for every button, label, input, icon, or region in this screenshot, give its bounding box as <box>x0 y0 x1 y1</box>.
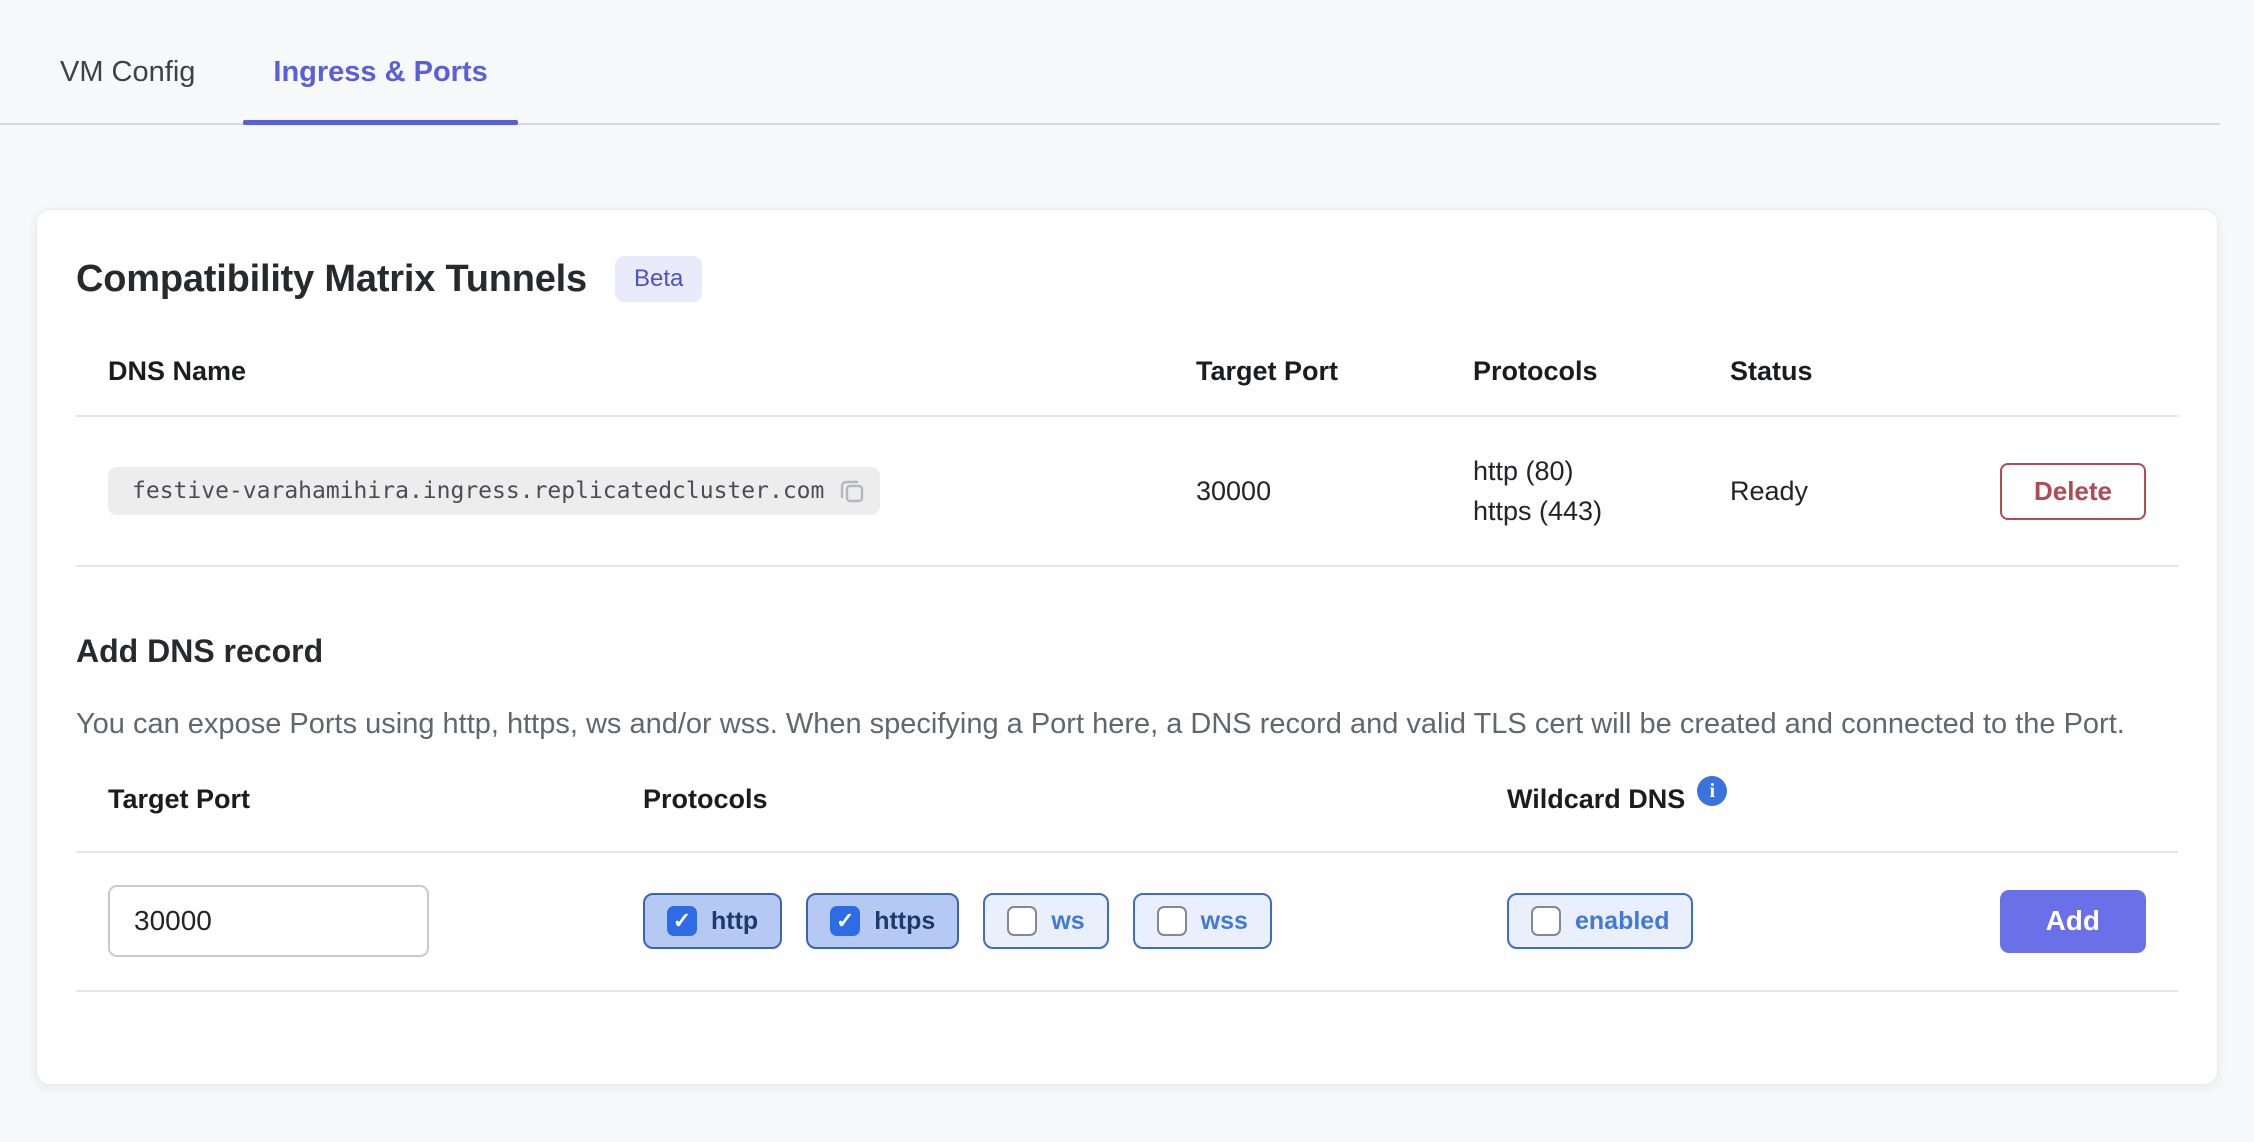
protocol-checkbox-ws-label: ws <box>1051 907 1084 936</box>
page-title: Compatibility Matrix Tunnels <box>76 258 587 301</box>
info-icon[interactable]: i <box>1697 776 1727 806</box>
protocols-cell: http (80) https (443) <box>1473 455 1730 527</box>
protocol-checkbox-wss[interactable]: wss <box>1133 893 1272 949</box>
row-actions-cell: Delete <box>2000 463 2146 520</box>
target-port-cell: 30000 <box>1196 476 1473 507</box>
column-header-dns-name: DNS Name <box>108 356 1196 387</box>
protocol-checkbox-https[interactable]: https <box>806 893 959 949</box>
card-title-row: Compatibility Matrix Tunnels Beta <box>76 256 2178 302</box>
protocol-checkbox-http[interactable]: http <box>643 893 782 949</box>
add-button[interactable]: Add <box>2000 890 2146 953</box>
dns-name-cell: festive-varahamihira.ingress.replicatedc… <box>108 467 1196 515</box>
wildcard-enabled-checkbox[interactable]: enabled <box>1507 893 1693 949</box>
column-header-target-port: Target Port <box>1196 356 1473 387</box>
table-row-divider <box>76 565 2178 567</box>
tunnels-card: Compatibility Matrix Tunnels Beta DNS Na… <box>36 209 2218 1085</box>
checkbox-icon <box>830 906 860 936</box>
tab-bar: VM Config Ingress & Ports <box>0 0 2220 125</box>
column-header-protocols: Protocols <box>1473 356 1730 387</box>
form-controls-row: http https ws wss enabled <box>76 853 2178 957</box>
beta-badge: Beta <box>615 256 702 302</box>
add-dns-record-section: Add DNS record You can expose Ports usin… <box>76 633 2178 992</box>
status-cell: Ready <box>1730 476 1986 507</box>
table-header-row: DNS Name Target Port Protocols Status <box>76 330 2178 415</box>
tab-ingress-ports[interactable]: Ingress & Ports <box>243 56 517 123</box>
table-row: festive-varahamihira.ingress.replicatedc… <box>76 417 2178 565</box>
wildcard-dns-label-text: Wildcard DNS <box>1507 784 1685 815</box>
tunnels-table: DNS Name Target Port Protocols Status fe… <box>76 330 2178 567</box>
target-port-input[interactable] <box>108 885 429 957</box>
protocol-checkbox-wss-label: wss <box>1201 907 1248 936</box>
checkbox-icon <box>1157 906 1187 936</box>
card-bottom-divider <box>76 990 2178 992</box>
tab-vm-config[interactable]: VM Config <box>30 56 225 123</box>
wildcard-enabled-label: enabled <box>1575 907 1669 936</box>
add-dns-record-description: You can expose Ports using http, https, … <box>76 704 2166 744</box>
add-dns-record-heading: Add DNS record <box>76 633 2178 670</box>
target-port-label: Target Port <box>108 784 643 815</box>
protocol-https: https (443) <box>1473 495 1730 527</box>
checkbox-icon <box>1007 906 1037 936</box>
dns-name-value: festive-varahamihira.ingress.replicatedc… <box>132 478 824 504</box>
checkbox-icon <box>667 906 697 936</box>
protocol-checkbox-https-label: https <box>874 907 935 936</box>
wildcard-dns-label: Wildcard DNS i <box>1507 784 1997 815</box>
target-port-field-cell <box>108 885 643 957</box>
protocol-checkbox-ws[interactable]: ws <box>983 893 1108 949</box>
form-labels-row: Target Port Protocols Wildcard DNS i <box>76 784 2178 815</box>
protocol-checkbox-group: http https ws wss <box>643 893 1507 949</box>
add-button-cell: Add <box>2000 890 2146 953</box>
tab-ingress-ports-label: Ingress & Ports <box>273 56 487 88</box>
delete-button[interactable]: Delete <box>2000 463 2146 520</box>
protocol-http: http (80) <box>1473 455 1730 487</box>
wildcard-dns-cell: enabled <box>1507 893 1997 949</box>
tab-vm-config-label: VM Config <box>60 56 195 88</box>
dns-name-pill: festive-varahamihira.ingress.replicatedc… <box>108 467 880 515</box>
protocols-label: Protocols <box>643 784 1507 815</box>
column-header-status: Status <box>1730 356 1986 387</box>
checkbox-icon <box>1531 906 1561 936</box>
copy-icon[interactable] <box>838 477 866 505</box>
protocol-checkbox-http-label: http <box>711 907 758 936</box>
